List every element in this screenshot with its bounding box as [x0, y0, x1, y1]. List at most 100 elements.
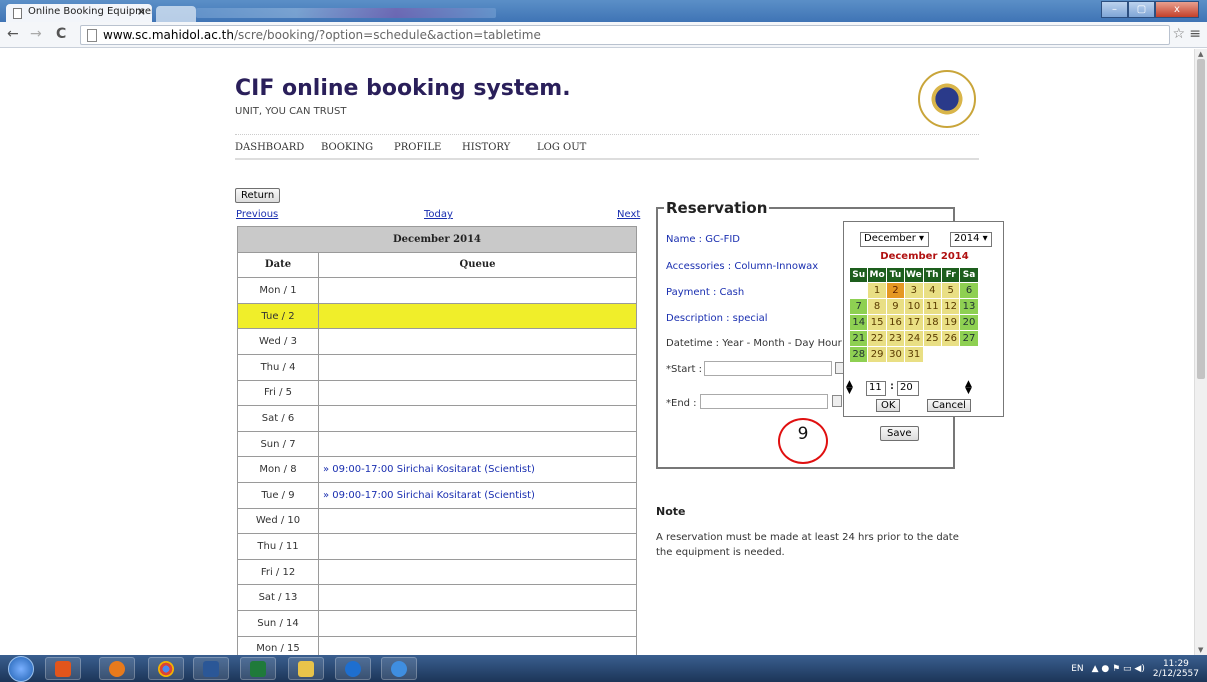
address-bar: ← → C www.sc.mahidol.ac.th/scre/booking/… [0, 22, 1207, 48]
calendar-day[interactable]: 8 [867, 298, 887, 315]
windows-taskbar: EN ▲ ● ⚑ ▭ ◀) 11:29 2/12/2557 [0, 655, 1207, 682]
date-cell: Fri / 5 [237, 379, 319, 407]
calendar-day[interactable]: 1 [867, 282, 887, 299]
calendar-day[interactable]: 25 [922, 330, 942, 347]
scroll-down-icon[interactable]: ▼ [1198, 646, 1203, 654]
calendar-day[interactable]: 27 [959, 330, 979, 347]
reload-button[interactable]: C [56, 26, 66, 42]
maximize-button[interactable]: ▢ [1128, 1, 1155, 18]
calendar-day[interactable]: 23 [885, 330, 906, 347]
taskbar-app-ie[interactable] [381, 657, 417, 680]
calendar-day[interactable]: 3 [904, 282, 924, 299]
hour-spinner-icon[interactable]: ▲ ▼ [846, 380, 853, 396]
calendar-day[interactable]: 9 [885, 298, 906, 315]
minute-spinner-icon[interactable]: ▲ ▼ [965, 380, 972, 396]
previous-link[interactable]: Previous [236, 209, 278, 220]
queue-cell [318, 328, 637, 355]
calendar-day[interactable]: 14 [848, 314, 869, 331]
taskbar-app-firefox[interactable] [99, 657, 135, 680]
queue-cell[interactable]: » 09:00-17:00 Sirichai Kositarat (Scient… [318, 456, 637, 483]
calendar-day[interactable]: 28 [848, 346, 869, 363]
calendar-day[interactable]: 5 [940, 282, 961, 299]
calendar-day[interactable]: 20 [959, 314, 979, 331]
table-row: Thu / 4 [237, 353, 637, 381]
nav-logout[interactable]: LOG OUT [537, 142, 586, 153]
back-button[interactable]: ← [7, 26, 19, 42]
taskbar-app-explorer[interactable] [288, 657, 324, 680]
table-row: Fri / 12 [237, 558, 637, 586]
calendar-day[interactable]: 7 [848, 298, 869, 315]
university-seal-logo [918, 70, 976, 128]
calendar-empty-cell [922, 346, 942, 363]
calendar-day[interactable]: 12 [940, 298, 961, 315]
calendar-ok-button[interactable]: OK [876, 399, 901, 412]
end-calendar-icon[interactable] [832, 395, 842, 407]
clock[interactable]: 11:29 2/12/2557 [1153, 659, 1199, 679]
scroll-thumb[interactable] [1197, 59, 1205, 379]
taskbar-app-excel[interactable] [240, 657, 276, 680]
taskbar-app-word[interactable] [193, 657, 229, 680]
today-link[interactable]: Today [424, 209, 453, 220]
nav-profile[interactable]: PROFILE [394, 142, 441, 153]
url-input[interactable]: www.sc.mahidol.ac.th/scre/booking/?optio… [80, 25, 1170, 45]
calendar-day[interactable]: 6 [959, 282, 979, 299]
new-tab-button[interactable] [156, 6, 196, 22]
end-datetime-input[interactable] [700, 394, 828, 409]
language-indicator[interactable]: EN [1071, 664, 1083, 674]
calendar-day[interactable]: 11 [922, 298, 942, 315]
calendar-day[interactable]: 10 [904, 298, 924, 315]
month-header: December 2014 [237, 226, 637, 253]
calendar-day[interactable]: 30 [885, 346, 906, 363]
calendar-day[interactable]: 29 [867, 346, 887, 363]
date-cell: Sat / 6 [237, 405, 319, 432]
minute-input[interactable]: 20 [897, 381, 919, 396]
close-tab-icon[interactable]: × [137, 5, 146, 18]
calendar-day[interactable]: 18 [922, 314, 942, 331]
taskbar-app-chrome[interactable] [148, 657, 184, 680]
month-select[interactable]: December ▾ [860, 232, 929, 247]
nav-history[interactable]: HISTORY [462, 142, 510, 153]
calendar-grid: Su Mo Tu We Th Fr Sa 1 2 3 4 5 6 7 8 9 10 11 12 13 14 15 16 17… [848, 267, 979, 363]
year-select[interactable]: 2014 ▾ [950, 232, 992, 247]
close-window-button[interactable]: x [1155, 1, 1199, 18]
table-row: Sun / 14 [237, 609, 637, 637]
tray-icons[interactable]: ▲ ● ⚑ ▭ ◀) [1092, 664, 1145, 674]
calendar-day[interactable]: 16 [885, 314, 906, 331]
minimize-button[interactable]: – [1101, 1, 1128, 18]
calendar-day[interactable]: 22 [867, 330, 887, 347]
browser-tab[interactable]: Online Booking Equipmen × [6, 4, 152, 22]
reservation-legend: Reservation [664, 199, 770, 217]
calendar-day[interactable]: 21 [848, 330, 869, 347]
calendar-day[interactable]: 26 [940, 330, 961, 347]
calendar-day[interactable]: 13 [959, 298, 979, 315]
calendar-day[interactable]: 15 [867, 314, 887, 331]
calendar-cancel-button[interactable]: Cancel [927, 399, 971, 412]
start-button[interactable] [8, 656, 34, 682]
nav-booking[interactable]: BOOKING [321, 142, 373, 153]
forward-button[interactable]: → [30, 26, 42, 42]
browser-menu-icon[interactable]: ≡ [1189, 26, 1201, 42]
date-cell: Mon / 8 [237, 456, 319, 483]
return-button[interactable]: Return [235, 188, 281, 203]
window-controls: – ▢ x [1101, 1, 1199, 18]
nav-dashboard[interactable]: DASHBOARD [235, 142, 304, 153]
page-icon [13, 8, 22, 19]
scroll-up-icon[interactable]: ▲ [1198, 50, 1203, 58]
calendar-day[interactable]: 19 [940, 314, 961, 331]
bookmark-star-icon[interactable]: ☆ [1172, 26, 1185, 42]
calendar-day[interactable]: 4 [922, 282, 942, 299]
start-datetime-input[interactable] [704, 361, 832, 376]
next-link[interactable]: Next [617, 209, 640, 220]
save-button[interactable]: Save [880, 426, 919, 441]
hour-input[interactable]: 11 [866, 381, 886, 396]
calendar-empty-cell [940, 346, 961, 363]
page-scrollbar[interactable]: ▲ ▼ [1194, 49, 1207, 655]
calendar-day[interactable]: 24 [904, 330, 924, 347]
taskbar-app-teamviewer[interactable] [335, 657, 371, 680]
calendar-day[interactable]: 2 [885, 282, 906, 299]
queue-cell[interactable]: » 09:00-17:00 Sirichai Kositarat (Scient… [318, 481, 637, 509]
calendar-day[interactable]: 17 [904, 314, 924, 331]
taskbar-app-media[interactable] [45, 657, 81, 680]
calendar-week: 21 22 23 24 25 26 27 [848, 330, 979, 347]
calendar-day[interactable]: 31 [904, 346, 924, 363]
